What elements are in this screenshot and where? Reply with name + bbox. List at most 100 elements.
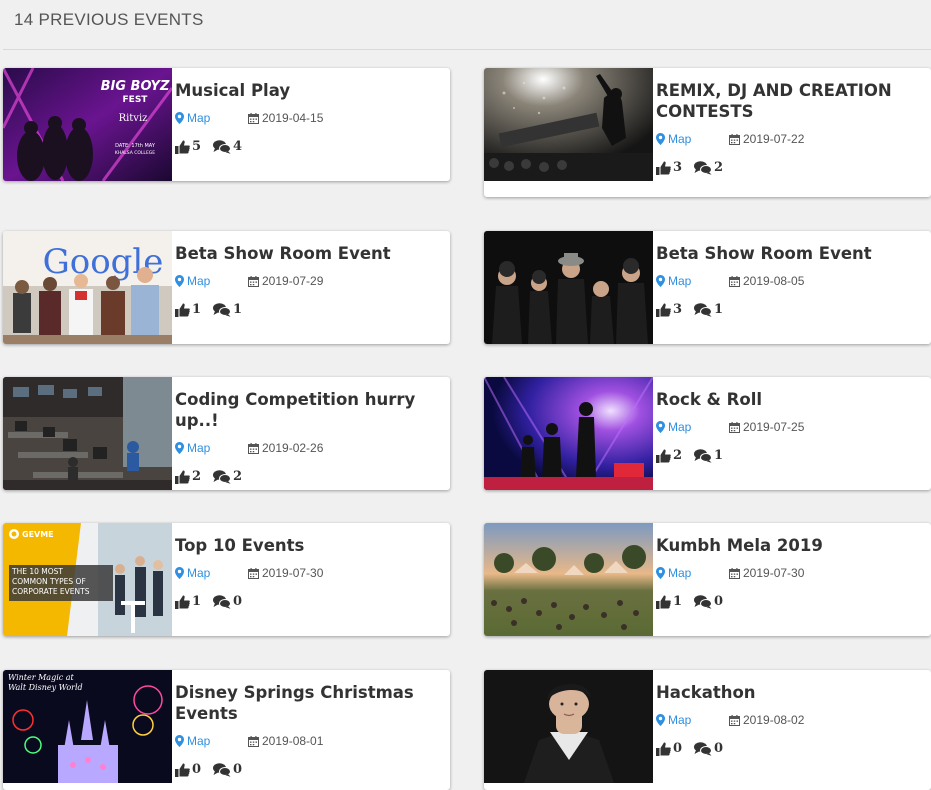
comment-button[interactable]: 4 (213, 139, 242, 154)
like-button[interactable]: 2 (656, 448, 682, 463)
like-count: 1 (192, 594, 202, 609)
map-link[interactable]: Map (175, 734, 210, 748)
map-link[interactable]: Map (656, 132, 691, 146)
event-title[interactable]: Top 10 Events (175, 535, 444, 556)
event-date: 2019-07-22 (729, 132, 804, 146)
event-image[interactable] (484, 523, 653, 636)
calendar-icon (248, 735, 259, 747)
event-image[interactable]: Google (3, 231, 172, 344)
map-link[interactable]: Map (175, 111, 210, 125)
comments-icon (694, 160, 712, 175)
comments-icon (213, 762, 231, 777)
map-link[interactable]: Map (656, 566, 691, 580)
map-link[interactable]: Map (656, 713, 691, 727)
comment-button[interactable]: 0 (213, 762, 242, 777)
like-button[interactable]: 0 (656, 741, 682, 756)
map-label: Map (668, 132, 692, 146)
event-card[interactable]: Hackathon Map 2019-08-02 0 0 (484, 670, 931, 790)
event-card[interactable]: Coding Competition hurry up..! Map 2019-… (3, 377, 450, 490)
comment-button[interactable]: 2 (213, 469, 242, 484)
event-title[interactable]: Hackathon (656, 682, 925, 703)
like-button[interactable]: 1 (656, 594, 682, 609)
like-count: 2 (192, 469, 202, 484)
map-marker-icon (656, 714, 665, 726)
map-label: Map (668, 420, 692, 434)
map-link[interactable]: Map (175, 274, 210, 288)
event-card[interactable]: Beta Show Room Event Map 2019-08-05 3 1 (484, 231, 931, 344)
comment-button[interactable]: 0 (694, 594, 723, 609)
comment-button[interactable]: 2 (694, 160, 723, 175)
thumb-line-1: Winter Magic at (8, 673, 75, 682)
event-image[interactable] (484, 231, 653, 344)
event-info: Disney Springs Christmas Events Map 2019… (175, 670, 444, 784)
comments-icon (694, 741, 712, 756)
thumbs-up-icon (175, 140, 190, 154)
event-date: 2019-07-30 (248, 566, 323, 580)
thumb-date: DATE: 17th MAY (115, 143, 156, 149)
comments-icon (213, 469, 231, 484)
event-info: Beta Show Room Event Map 2019-08-05 3 1 (656, 231, 925, 324)
map-marker-icon (656, 421, 665, 433)
like-button[interactable]: 5 (175, 139, 201, 154)
event-card[interactable]: Winter Magic at Walt Disney World Disney… (3, 670, 450, 790)
map-label: Map (187, 441, 211, 455)
like-button[interactable]: 2 (175, 469, 201, 484)
event-card[interactable]: Google Beta Show Room Event Map 2019-07-… (3, 231, 450, 344)
map-label: Map (187, 734, 211, 748)
like-button[interactable]: 1 (175, 302, 201, 317)
comment-button[interactable]: 1 (213, 302, 242, 317)
event-title[interactable]: REMIX, DJ AND CREATION CONTESTS (656, 80, 925, 122)
event-title[interactable]: Coding Competition hurry up..! (175, 389, 444, 431)
event-image[interactable] (484, 68, 653, 181)
event-date: 2019-07-30 (729, 566, 804, 580)
event-card[interactable]: Kumbh Mela 2019 Map 2019-07-30 1 0 (484, 523, 931, 636)
event-card[interactable]: GEVME THE 10 MOST COMMON TYPES OF CORPOR… (3, 523, 450, 636)
map-link[interactable]: Map (175, 441, 210, 455)
map-link[interactable]: Map (175, 566, 210, 580)
map-marker-icon (175, 275, 184, 287)
like-button[interactable]: 3 (656, 302, 682, 317)
like-button[interactable]: 0 (175, 762, 201, 777)
comment-count: 0 (714, 741, 724, 756)
comment-count: 0 (233, 594, 243, 609)
event-title[interactable]: Disney Springs Christmas Events (175, 682, 444, 724)
comment-count: 2 (233, 469, 243, 484)
event-image[interactable] (3, 377, 172, 490)
like-count: 1 (673, 594, 683, 609)
map-marker-icon (175, 567, 184, 579)
event-info: Rock & Roll Map 2019-07-25 2 1 (656, 377, 925, 470)
event-image[interactable]: BIG BOYZ FEST Ritviz DATE: 17th MAY KHAL… (3, 68, 172, 181)
event-image[interactable]: Winter Magic at Walt Disney World (3, 670, 172, 783)
event-title[interactable]: Beta Show Room Event (656, 243, 925, 264)
event-info: Hackathon Map 2019-08-02 0 0 (656, 670, 925, 763)
like-button[interactable]: 1 (175, 594, 201, 609)
date-value: 2019-08-05 (743, 274, 805, 288)
comment-button[interactable]: 0 (694, 741, 723, 756)
like-count: 3 (673, 160, 683, 175)
comment-button[interactable]: 1 (694, 302, 723, 317)
calendar-icon (729, 133, 740, 145)
thumbs-up-icon (656, 303, 671, 317)
event-image[interactable]: GEVME THE 10 MOST COMMON TYPES OF CORPOR… (3, 523, 172, 636)
event-image[interactable] (484, 670, 653, 783)
event-card[interactable]: REMIX, DJ AND CREATION CONTESTS Map 2019… (484, 68, 931, 197)
event-title[interactable]: Musical Play (175, 80, 444, 101)
thumbs-up-icon (175, 763, 190, 777)
thumb-line-1: THE 10 MOST (11, 567, 63, 576)
like-button[interactable]: 3 (656, 160, 682, 175)
calendar-icon (729, 421, 740, 433)
event-card[interactable]: BIG BOYZ FEST Ritviz DATE: 17th MAY KHAL… (3, 68, 450, 181)
comments-icon (694, 594, 712, 609)
thumb-brand: GEVME (22, 530, 54, 539)
event-title[interactable]: Kumbh Mela 2019 (656, 535, 925, 556)
event-title[interactable]: Beta Show Room Event (175, 243, 444, 264)
event-card[interactable]: Rock & Roll Map 2019-07-25 2 1 (484, 377, 931, 490)
map-link[interactable]: Map (656, 420, 691, 434)
event-date: 2019-07-29 (248, 274, 323, 288)
calendar-icon (729, 567, 740, 579)
event-image[interactable] (484, 377, 653, 490)
event-title[interactable]: Rock & Roll (656, 389, 925, 410)
comment-button[interactable]: 0 (213, 594, 242, 609)
map-link[interactable]: Map (656, 274, 691, 288)
comment-button[interactable]: 1 (694, 448, 723, 463)
